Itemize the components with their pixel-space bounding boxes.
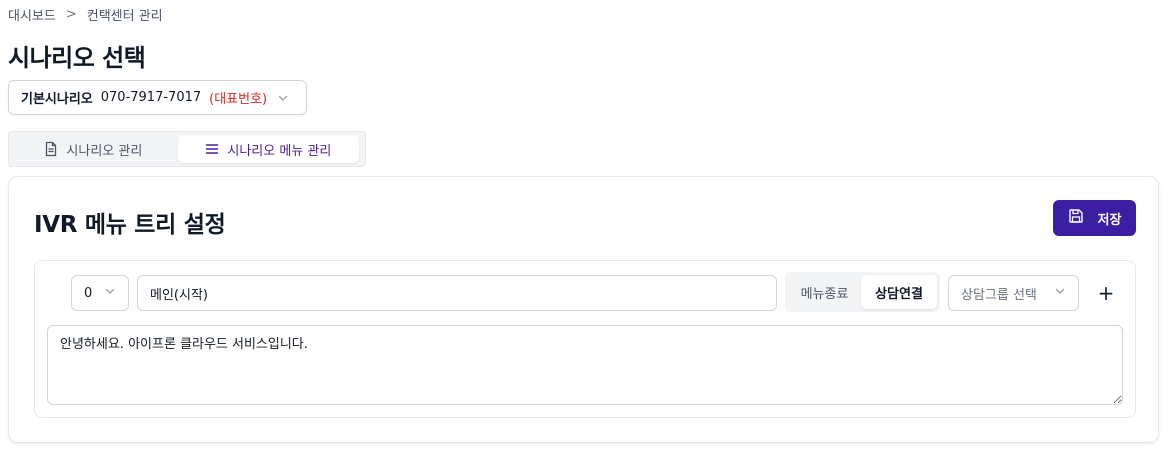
floppy-disk-icon — [1068, 208, 1084, 228]
breadcrumb-separator: > — [65, 6, 77, 22]
scenario-name: 기본시나리오 — [21, 92, 93, 107]
agent-group-select[interactable]: 상담그룹 선택 — [948, 275, 1079, 311]
save-button[interactable]: 저장 — [1053, 200, 1136, 236]
menu-message-textarea[interactable]: 안녕하세요. 아이프론 클라우드 서비스입니다. — [47, 325, 1123, 405]
chevron-down-icon — [104, 285, 116, 301]
tab-label: 시나리오 메뉴 관리 — [227, 143, 332, 159]
menu-item: 0 메뉴종료 상담연결 상담그룹 선택 + 안녕하세요. 아이프론 클라우드 서… — [34, 260, 1136, 418]
list-icon — [205, 142, 219, 156]
mode-option-end-menu[interactable]: 메뉴종료 — [788, 275, 861, 309]
tab-label: 시나리오 관리 — [66, 143, 143, 159]
menu-mode-toggle: 메뉴종료 상담연결 — [785, 272, 940, 312]
scenario-select[interactable]: 기본시나리오 070-7917-7017 (대표번호) — [8, 80, 307, 115]
save-button-label: 저장 — [1097, 212, 1122, 228]
breadcrumb: 대시보드 > 컨택센터 관리 — [8, 5, 163, 24]
card-title: IVR 메뉴 트리 설정 — [34, 212, 226, 238]
menu-name-input[interactable] — [137, 275, 777, 311]
breadcrumb-item-contact-center[interactable]: 컨택센터 관리 — [87, 5, 163, 24]
breadcrumb-item-dashboard[interactable]: 대시보드 — [8, 5, 56, 24]
menu-number-select[interactable]: 0 — [71, 275, 129, 311]
chevron-down-icon — [1054, 285, 1066, 301]
scenario-tabs: 시나리오 관리 시나리오 메뉴 관리 — [8, 131, 366, 167]
menu-number-value: 0 — [84, 285, 93, 301]
ivr-menu-tree-card: IVR 메뉴 트리 설정 저장 0 메뉴종료 상담연결 상담그룹 선택 + 안녕… — [8, 176, 1159, 443]
tab-scenario-menu-management[interactable]: 시나리오 메뉴 관리 — [177, 135, 359, 163]
mode-option-connect-agent[interactable]: 상담연결 — [861, 275, 937, 309]
page-title: 시나리오 선택 — [8, 44, 146, 72]
scenario-phone: 070-7917-7017 — [100, 90, 202, 105]
add-menu-button[interactable]: + — [1093, 279, 1119, 307]
document-icon — [44, 141, 58, 157]
tab-scenario-management[interactable]: 시나리오 관리 — [15, 135, 172, 163]
representative-label: (대표번호) — [209, 92, 268, 107]
chevron-down-icon — [277, 92, 289, 104]
agent-group-placeholder: 상담그룹 선택 — [961, 287, 1037, 303]
